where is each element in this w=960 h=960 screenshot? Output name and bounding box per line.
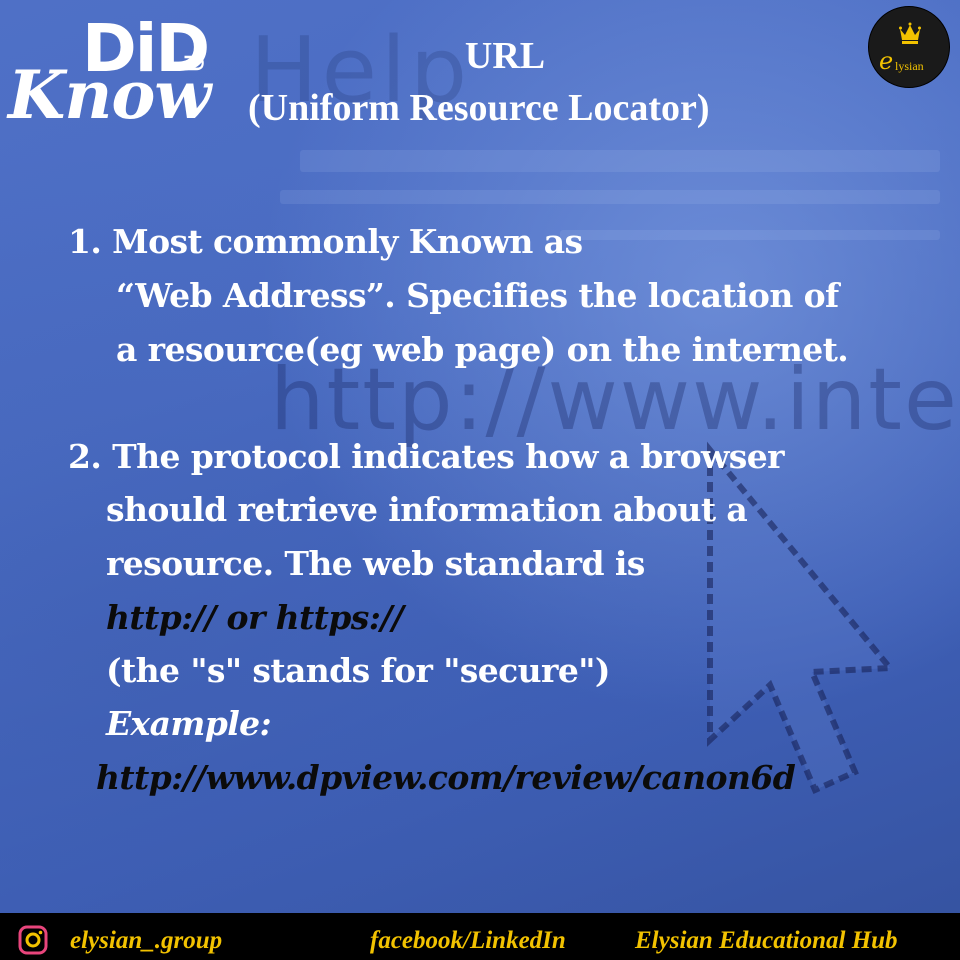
example-label: Example: — [106, 704, 272, 743]
badge-name: lysian — [895, 59, 924, 73]
point-1-line-2: “Web Address”. Specifies the location of — [116, 276, 839, 315]
point-2-line-2: should retrieve information about a — [106, 490, 748, 529]
protocols-text: http:// or https:// — [106, 598, 404, 637]
background-bar — [560, 230, 940, 240]
footer-bar: elysian_.group facebook/LinkedIn Elysian… — [0, 913, 960, 960]
social-links: facebook/LinkedIn — [370, 927, 566, 954]
point-2-line-1: 2. The protocol indicates how a browser — [68, 437, 785, 476]
page-title: URL — [464, 35, 546, 77]
point-1-line-1: 1. Most commonly Known as — [68, 222, 583, 261]
crown-icon — [899, 22, 921, 44]
badge-initial: e — [879, 47, 894, 75]
instagram-icon — [18, 925, 48, 955]
elysian-brand-badge: e lysian — [868, 6, 950, 88]
organization-name: Elysian Educational Hub — [635, 927, 898, 954]
instagram-handle: elysian_.group — [70, 927, 223, 954]
point-2-line-3: resource. The web standard is — [106, 544, 645, 583]
background-bar — [300, 150, 940, 172]
secure-note: (the "s" stands for "secure") — [106, 651, 610, 690]
point-1-line-3: a resource(eg web page) on the internet. — [116, 330, 849, 369]
page-subtitle: (Uniform Resource Locator) — [248, 87, 710, 129]
background-bar — [280, 190, 940, 204]
example-url: http://www.dpview.com/review/canon6d — [96, 758, 796, 797]
infographic-canvas: Help http://www.internet.com DiD U Know … — [0, 0, 960, 960]
